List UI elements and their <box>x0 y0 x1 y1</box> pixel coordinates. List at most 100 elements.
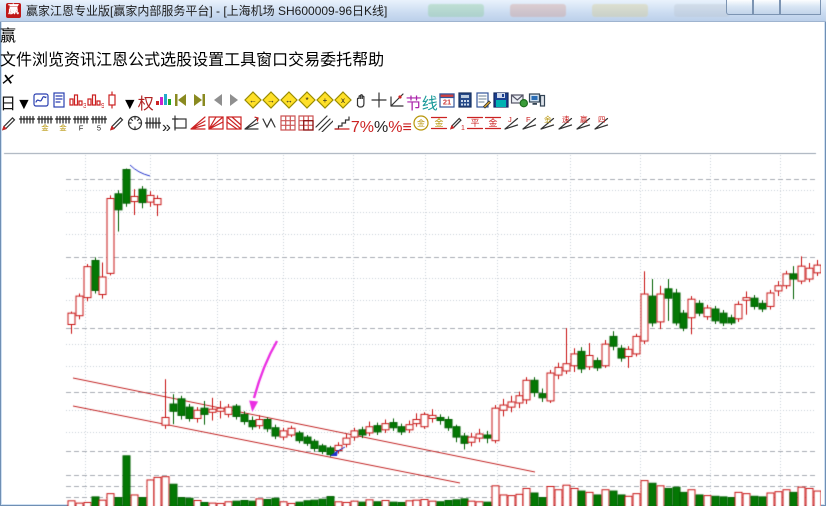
festival-marker-icon[interactable]: 节 <box>406 96 422 113</box>
diamond-right-icon[interactable]: → <box>262 96 280 113</box>
period-day-selector-icon[interactable]: 日▼ <box>0 96 32 113</box>
pen-one-icon[interactable]: 1 <box>448 119 466 136</box>
volume-distribution-icon[interactable] <box>154 96 172 113</box>
steps-icon[interactable] <box>333 119 351 136</box>
menu-item[interactable]: 文件 <box>0 46 32 70</box>
angle-j-icon[interactable]: J <box>502 119 520 136</box>
svg-text:x: x <box>341 96 345 105</box>
svg-text:F: F <box>79 124 84 133</box>
exrights-icon[interactable]: 权 <box>138 96 154 113</box>
svg-text:↔: ↔ <box>285 96 293 105</box>
gann-ruler-gold-a-icon[interactable]: 金 <box>36 119 54 136</box>
trendline-marker-icon[interactable]: 线 <box>422 96 438 113</box>
menu-item[interactable]: 浏览 <box>32 46 64 70</box>
chart-area: 日K线 600009 上海机场 斜阳夕下形态 16.8000 11.6500 1… <box>0 137 826 506</box>
bars-9-icon[interactable]: 9 <box>86 96 104 113</box>
menu-item[interactable]: 工具 <box>224 46 256 70</box>
svg-text:平: 平 <box>470 118 479 128</box>
close-button[interactable] <box>780 0 821 15</box>
save-icon[interactable] <box>492 96 510 113</box>
memo-icon[interactable] <box>474 96 492 113</box>
last-screen-icon[interactable] <box>190 96 208 113</box>
diamond-spark-icon[interactable]: x <box>334 96 352 113</box>
minimize-button[interactable] <box>726 0 753 15</box>
gann-ruler-gold-b-icon[interactable]: 金 <box>54 119 72 136</box>
svg-text:←: ← <box>249 96 257 105</box>
gann-fan-icon[interactable] <box>189 119 207 136</box>
ghost-window <box>428 4 484 17</box>
f10-info-icon[interactable] <box>50 96 68 113</box>
diamond-plus-icon[interactable]: + <box>316 96 334 113</box>
app-logo-icon: 赢 <box>6 3 21 18</box>
main-toolbar: 日▼ 39▼权 ← → ↔ * + x 节线 21 <box>0 90 826 114</box>
svg-text:速: 速 <box>562 115 570 124</box>
bars-3-icon[interactable]: 3 <box>68 96 86 113</box>
gold-lines-icon[interactable]: 金 <box>430 119 448 136</box>
menu-item[interactable]: 公式选股 <box>128 46 192 70</box>
menu-item[interactable]: 江恩 <box>96 46 128 70</box>
diamond-burst-icon[interactable]: * <box>298 96 316 113</box>
protractor-icon[interactable] <box>388 96 406 113</box>
diamond-left-icon[interactable]: ← <box>244 96 262 113</box>
prev-screen-icon[interactable] <box>208 96 226 113</box>
hand-tool-icon[interactable] <box>352 96 370 113</box>
percent-seven-icon[interactable]: 7% <box>351 119 374 136</box>
calculator-icon[interactable] <box>456 96 474 113</box>
grid-box-icon[interactable] <box>297 119 315 136</box>
gold-lines-red-icon[interactable]: 金 <box>484 119 502 136</box>
mdi-close-button[interactable]: ✕ <box>0 72 13 89</box>
gold-circle-icon[interactable]: 金 <box>412 119 430 136</box>
box-lines-icon[interactable] <box>225 119 243 136</box>
brush-icon[interactable] <box>0 119 18 136</box>
menu-item[interactable]: 帮助 <box>352 46 384 70</box>
ghost-window <box>592 4 648 17</box>
ghost-window <box>674 4 730 17</box>
measure-frame-icon[interactable] <box>171 119 189 136</box>
marker-pen-icon[interactable] <box>108 119 126 136</box>
fan-box-icon[interactable] <box>207 119 225 136</box>
parallel-lines-icon[interactable] <box>315 119 333 136</box>
candle-style-icon[interactable]: ▼ <box>104 96 138 113</box>
zigzag-icon[interactable] <box>261 119 279 136</box>
background-window-ghosts <box>428 4 730 17</box>
crosshair-icon[interactable] <box>370 96 388 113</box>
svg-text:+: + <box>322 96 327 105</box>
percent-line-icon[interactable]: %≡ <box>388 119 412 136</box>
gann-ruler-icon[interactable] <box>18 119 36 136</box>
send-icon[interactable] <box>510 96 528 113</box>
angle-f-icon[interactable]: F <box>520 119 538 136</box>
menu-item[interactable]: 设置 <box>192 46 224 70</box>
svg-text:→: → <box>267 96 275 105</box>
gann-ruler-cycle-icon[interactable]: 5 <box>90 119 108 136</box>
time-cycle-icon[interactable] <box>126 119 144 136</box>
angle-win-icon[interactable]: 赢 <box>574 119 592 136</box>
angle-four-icon[interactable]: 四 <box>592 119 610 136</box>
grid-icon[interactable] <box>279 119 297 136</box>
angle-gold-icon[interactable]: 金 <box>538 119 556 136</box>
svg-text:金: 金 <box>417 118 425 128</box>
kline-chart-canvas[interactable] <box>0 137 821 506</box>
next-screen-icon[interactable] <box>226 96 244 113</box>
menu-item[interactable]: 资讯 <box>64 46 96 70</box>
mdi-close-icon: ✕ <box>0 72 13 89</box>
calendar-icon[interactable]: 21 <box>438 96 456 113</box>
more-tools-button[interactable]: » <box>162 119 171 136</box>
gann-ruler-f-icon[interactable]: F <box>72 119 90 136</box>
diamond-both-icon[interactable]: ↔ <box>280 96 298 113</box>
first-screen-icon[interactable] <box>172 96 190 113</box>
svg-text:金: 金 <box>544 114 552 124</box>
flat-lines-icon[interactable]: 平 <box>466 119 484 136</box>
ghost-window <box>510 4 566 17</box>
title-bar: 赢 赢家江恩专业版[赢家内部服务平台] - [上海机场 SH600009-96日… <box>0 0 826 22</box>
menu-logo-icon: 赢 <box>0 28 16 45</box>
menu-item[interactable]: 窗口 <box>256 46 288 70</box>
maximize-button[interactable] <box>753 0 780 15</box>
menu-item[interactable]: 交易委托 <box>288 46 352 70</box>
pattern-window-icon[interactable] <box>32 96 50 113</box>
remote-data-icon[interactable] <box>528 96 546 113</box>
ruler-plain-icon[interactable] <box>144 119 162 136</box>
angle-speed-icon[interactable]: 速 <box>556 119 574 136</box>
angle-lines-icon[interactable] <box>243 119 261 136</box>
percent-icon[interactable]: % <box>374 119 388 136</box>
svg-text:21: 21 <box>443 98 451 107</box>
